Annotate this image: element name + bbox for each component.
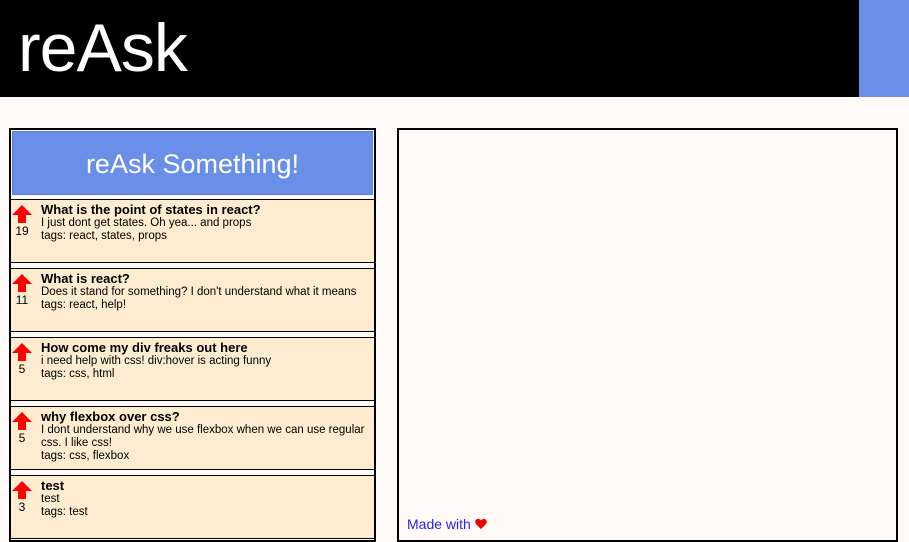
question-body: Does it stand for something? I don't und… (41, 286, 357, 298)
question-tags: tags: css, html (41, 368, 115, 380)
question-tags: tags: test (41, 506, 88, 518)
heart-icon (475, 519, 487, 530)
question-body: i need help with css! div:hover is actin… (41, 355, 272, 367)
question-item[interactable]: 11 What is react? Does it stand for some… (11, 268, 374, 332)
vote-control: 11 (11, 274, 33, 307)
question-tags: tags: css, flexbox (41, 450, 130, 462)
question-tags: tags: react, states, props (41, 230, 167, 242)
question-item[interactable]: 19 What is the point of states in react?… (11, 199, 374, 263)
header-accent-block (859, 0, 909, 97)
question-detail-panel: Made with (397, 128, 898, 542)
arrow-up-icon[interactable] (11, 481, 33, 499)
question-tags: tags: react, help! (41, 299, 127, 311)
question-item[interactable]: 5 why flexbox over css? I dont understan… (11, 406, 374, 470)
question-body: I dont understand why we use flexbox whe… (41, 424, 365, 449)
vote-control: 5 (11, 343, 33, 376)
made-with-label: Made with (407, 516, 471, 532)
vote-count: 5 (18, 431, 26, 445)
question-body: test (41, 493, 60, 505)
app-header: reAsk (0, 0, 859, 97)
question-list-panel: reAsk Something! 19 What is the point of… (9, 128, 376, 542)
vote-count: 19 (15, 224, 29, 238)
question-title[interactable]: why flexbox over css? (41, 409, 366, 424)
question-item[interactable]: 3 test test tags: test (11, 475, 374, 539)
made-with-footer[interactable]: Made with (407, 516, 487, 532)
vote-count: 11 (15, 293, 29, 307)
question-title[interactable]: What is react? (41, 271, 366, 286)
arrow-up-icon[interactable] (11, 412, 33, 430)
arrow-up-icon[interactable] (11, 343, 33, 361)
app-logo[interactable]: reAsk (18, 8, 188, 88)
question-title[interactable]: test (41, 478, 366, 493)
vote-count: 5 (18, 362, 26, 376)
question-title[interactable]: What is the point of states in react? (41, 202, 366, 217)
question-body: I just dont get states. Oh yea... and pr… (41, 217, 252, 229)
vote-control: 3 (11, 481, 33, 514)
vote-control: 19 (11, 205, 33, 238)
vote-control: 5 (11, 412, 33, 445)
question-title[interactable]: How come my div freaks out here (41, 340, 366, 355)
arrow-up-icon[interactable] (11, 274, 33, 292)
vote-count: 3 (18, 500, 26, 514)
arrow-up-icon[interactable] (11, 205, 33, 223)
question-item[interactable]: 5 How come my div freaks out here i need… (11, 337, 374, 401)
ask-question-button[interactable]: reAsk Something! (12, 131, 373, 195)
